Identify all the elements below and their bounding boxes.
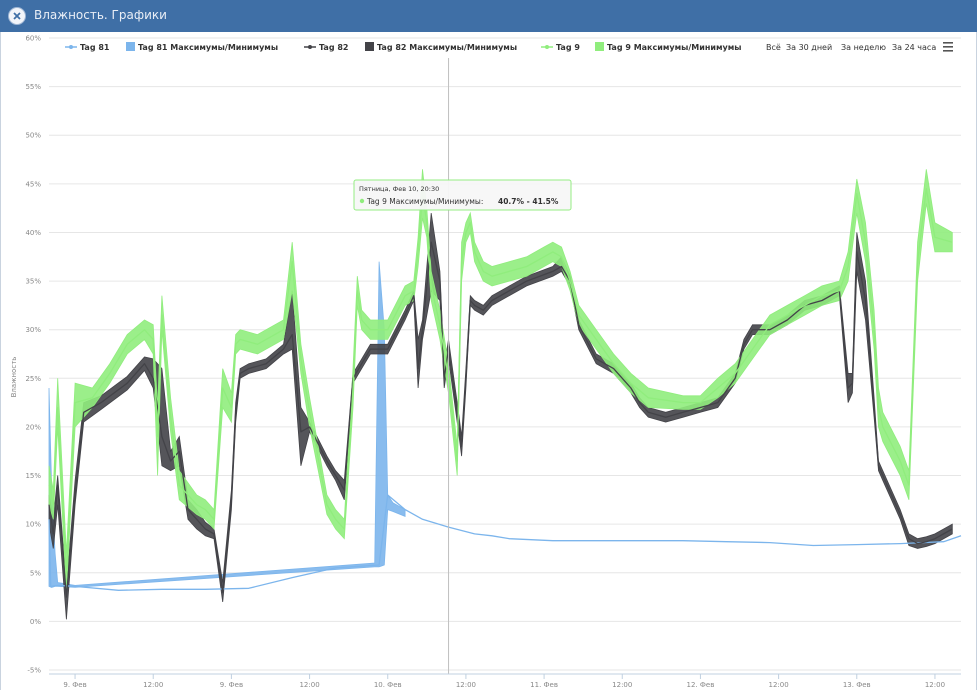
window-titlebar: Влажность. Графики (0, 0, 977, 33)
x-tick-label: 12:00 (925, 681, 945, 689)
legend-item[interactable]: Tag 9 (541, 43, 580, 52)
series-line-tag-81 (48, 494, 962, 591)
legend-item[interactable]: Tag 81 Максимумы/Минимумы (126, 42, 278, 52)
window-title: Влажность. Графики (34, 8, 167, 22)
close-button[interactable] (8, 7, 26, 25)
legend-item[interactable]: Tag 9 Максимумы/Минимумы (595, 42, 742, 52)
menu-icon (943, 42, 953, 52)
tooltip-series: Tag 9 Максимумы/Минимумы: (366, 197, 483, 206)
y-tick-label: 60% (25, 35, 41, 43)
legend-swatch (365, 42, 374, 51)
y-tick-label: 50% (25, 132, 41, 140)
legend-swatch (126, 42, 135, 51)
legend-label: Tag 81 (80, 43, 110, 52)
y-tick-label: 20% (25, 423, 41, 431)
chart-panel: -5% 0% 5% 10% 15% 20% 25% 30% 35% 40% 45% 50% 55% 60%… (0, 32, 977, 690)
y-axis: -5% 0% 5% 10% 15% 20% 25% 30% 35% 40% 45% 50% 55% 60% (25, 35, 41, 675)
y-tick-label: 55% (25, 83, 41, 91)
legend-item[interactable]: Tag 82 Максимумы/Минимумы (365, 42, 517, 52)
range-button-all[interactable]: Всё (766, 43, 781, 52)
legend-label: Tag 9 Максимумы/Минимумы (607, 43, 742, 52)
export-menu-button[interactable] (941, 40, 955, 54)
legend-label: Tag 9 (556, 43, 580, 52)
legend-label: Tag 81 Максимумы/Минимумы (138, 43, 278, 52)
y-tick-label: 35% (25, 278, 41, 286)
legend-label: Tag 82 (319, 43, 348, 52)
series-layer (48, 169, 962, 620)
x-tick-label: 10. Фев (374, 681, 402, 689)
tooltip: Пятница, Фев 10, 20:30 Tag 9 Максимумы/М… (353, 179, 572, 211)
y-tick-label: 5% (30, 569, 41, 577)
x-tick-label: 12:00 (769, 681, 789, 689)
tooltip-header: Пятница, Фев 10, 20:30 (359, 185, 439, 193)
legend-item[interactable]: Tag 81 (65, 43, 110, 52)
tooltip-value: 40.7% - 41.5% (498, 197, 559, 206)
x-tick-label: 13. Фев (843, 681, 871, 689)
y-tick-label: 40% (25, 229, 41, 237)
range-button-week[interactable]: За неделю (841, 43, 886, 52)
y-tick-label: -5% (27, 667, 41, 675)
legend-marker (545, 45, 549, 49)
x-tick-label: 12. Фев (687, 681, 715, 689)
y-tick-label: 45% (25, 180, 41, 188)
x-tick-label: 12:00 (456, 681, 476, 689)
y-tick-label: 10% (25, 521, 41, 529)
grid-lines (49, 37, 961, 671)
legend-item[interactable]: Tag 82 (304, 43, 348, 52)
y-tick-label: 0% (30, 618, 41, 626)
x-tick-label: 12:00 (612, 681, 632, 689)
x-tick-label: 12:00 (143, 681, 163, 689)
legend-swatch (595, 42, 604, 51)
x-axis: 9. Фев 12:00 9. Фев 12:00 10. Фев 12:00 11. Фе… (49, 673, 961, 689)
x-tick-label: 9. Фев (63, 681, 86, 689)
legend-marker (308, 45, 312, 49)
range-selector: Всё За 30 дней За неделю За 24 часа (766, 40, 955, 54)
humidity-chart: -5% 0% 5% 10% 15% 20% 25% 30% 35% 40% 45% 50% 55% 60%… (10, 35, 962, 689)
y-axis-title: Влажность (10, 357, 18, 398)
x-tick-label: 11. Фев (530, 681, 558, 689)
y-tick-label: 25% (25, 375, 41, 383)
x-tick-label: 12:00 (299, 681, 319, 689)
legend-marker (69, 45, 73, 49)
legend: Tag 81 Tag 81 Максимумы/Минимумы Tag 82 Tag… (65, 42, 742, 52)
series-line-tag-9 (48, 188, 953, 574)
legend-label: Tag 82 Максимумы/Минимумы (377, 43, 517, 52)
x-tick-label: 9. Фев (220, 681, 243, 689)
range-button-30-days[interactable]: За 30 дней (786, 43, 832, 52)
tooltip-marker (359, 198, 365, 204)
close-icon (13, 12, 21, 20)
range-button-24-hours[interactable]: За 24 часа (892, 43, 936, 52)
y-tick-label: 30% (25, 326, 41, 334)
y-tick-label: 15% (25, 472, 41, 480)
